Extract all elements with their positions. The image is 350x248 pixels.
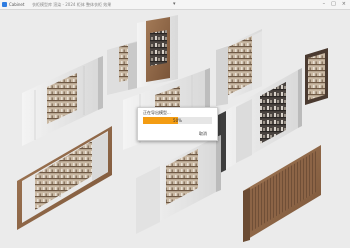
cabinet-model[interactable] <box>305 48 328 105</box>
cabinet-model[interactable] <box>22 56 103 146</box>
app-name: Cabinet <box>9 2 25 7</box>
progress-percent: 50% <box>173 118 182 123</box>
document-title: 衣柜模型库 渲染 - 2024 柜体 整体衣柜 效果 <box>32 2 112 7</box>
progress-bar: 50% <box>143 117 212 124</box>
window-controls: – □ × <box>323 1 346 8</box>
dropdown-chevron-icon[interactable]: ▾ <box>173 1 176 8</box>
dialog-title: 正在导出模型... <box>143 110 171 115</box>
export-progress-dialog: 正在导出模型... 50% 取消 <box>137 107 218 141</box>
app-logo-icon <box>2 2 7 7</box>
window-titlebar: Cabinet 衣柜模型库 渲染 - 2024 柜体 整体衣柜 效果 ▾ – □… <box>0 0 350 10</box>
cabinet-model[interactable] <box>136 135 221 234</box>
close-button[interactable]: × <box>342 1 346 8</box>
minimize-button[interactable]: – <box>323 1 326 8</box>
maximize-button[interactable]: □ <box>331 1 336 8</box>
cancel-button[interactable]: 取消 <box>196 130 210 138</box>
cabinet-model[interactable] <box>243 145 321 242</box>
cabinet-model[interactable] <box>107 15 178 95</box>
